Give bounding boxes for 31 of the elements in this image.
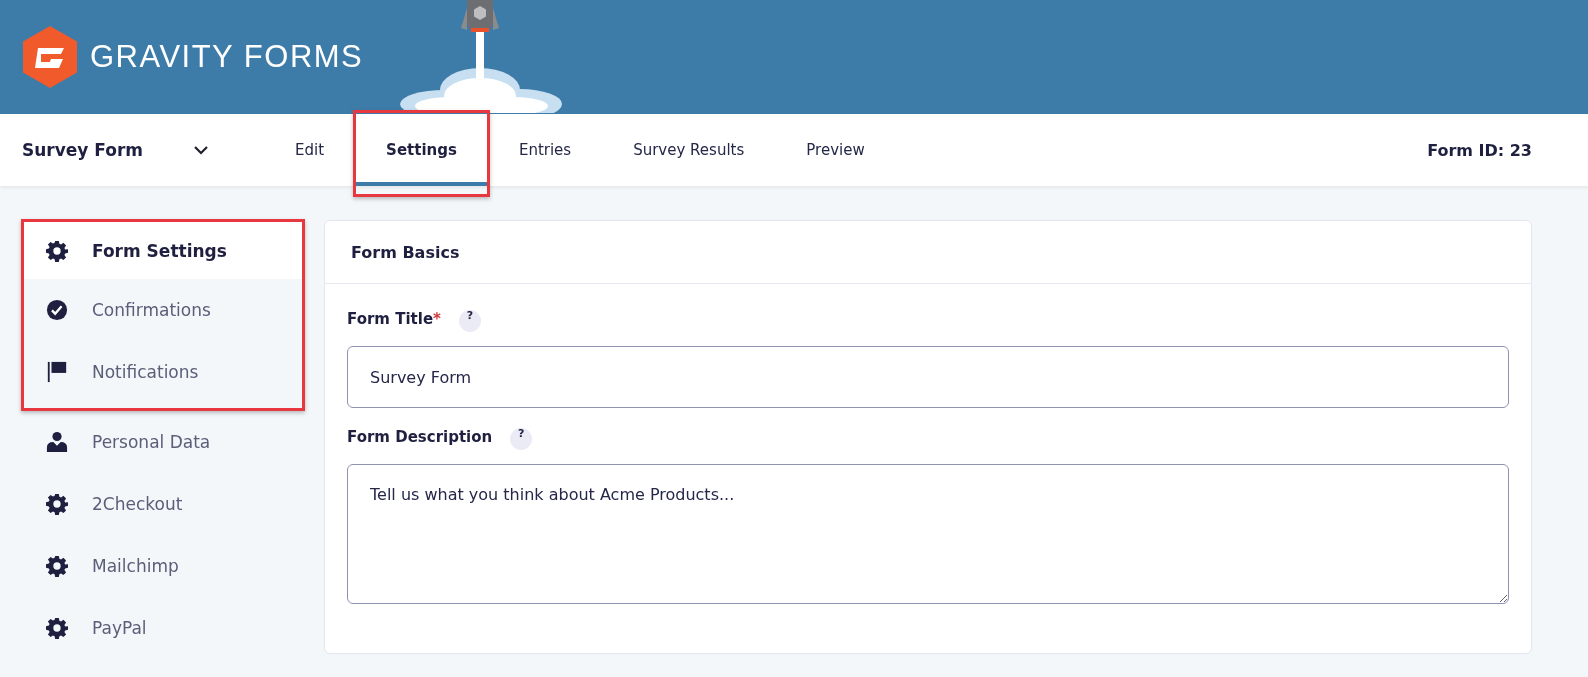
gear-icon [46,617,68,639]
help-icon[interactable]: ? [510,428,533,450]
sidebar-item[interactable]: Personal Data [24,411,302,473]
gear-icon [46,555,68,577]
sidebar-item[interactable]: Confirmations [24,279,302,341]
sidebar-item[interactable]: 2Checkout [24,473,302,535]
chevron-down-icon [193,145,210,155]
logo-icon [20,26,80,88]
description-field[interactable]: Tell us what you think about Acme Products... [347,464,1509,604]
gear-icon [46,493,68,515]
nav-tab[interactable]: Entries [487,114,603,186]
sidebar-item[interactable]: Notifications [24,341,302,403]
nav-tab[interactable]: Preview [775,114,896,186]
title-field[interactable]: Survey Form [347,346,1509,408]
nav-tab[interactable]: Settings [355,114,488,186]
person-icon [46,431,68,453]
gear-icon [46,239,68,262]
form-id: Form ID: 23 [1427,140,1532,160]
check-circle-icon [46,299,68,321]
card-title: Form Basics [351,242,460,262]
help-icon[interactable]: ? [458,310,481,332]
sidebar-item[interactable]: PayPal [24,597,302,659]
form-switcher[interactable]: Survey Form [22,140,210,160]
field-label: Form Description [347,428,493,446]
sidebar-item[interactable]: Mailchimp [24,535,302,597]
brand-name: GRAVITY FORMS [90,39,364,75]
nav-tab[interactable]: Survey Results [602,114,776,186]
field-label: Form Title* [347,310,441,328]
flag-icon [46,361,68,383]
sidebar-item[interactable]: Form Settings [24,222,302,279]
nav-tab[interactable]: Edit [264,114,356,186]
